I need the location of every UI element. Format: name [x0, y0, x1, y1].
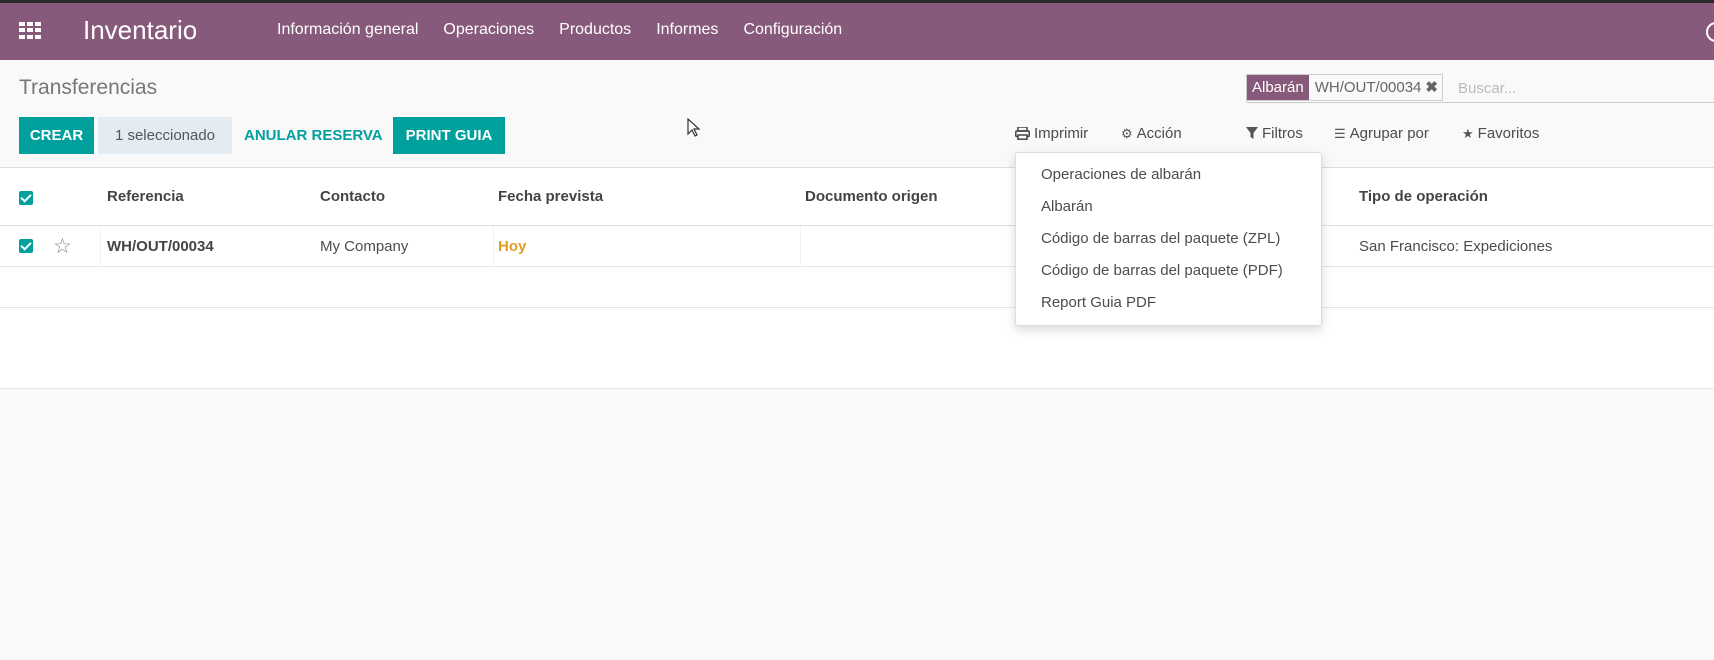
- search-input[interactable]: [1456, 74, 1710, 102]
- search-facet: Albarán WH/OUT/00034 ✖: [1246, 74, 1443, 101]
- facet-label: Albarán: [1247, 75, 1309, 100]
- reference-cell: WH/OUT/00034: [107, 238, 214, 255]
- star-icon[interactable]: ☆: [53, 234, 72, 259]
- gear-icon: ⚙: [1121, 125, 1133, 141]
- column-divider: [493, 226, 494, 266]
- filter-icon: [1246, 127, 1258, 139]
- operation-type-cell: San Francisco: Expediciones: [1359, 238, 1553, 255]
- star-icon: ★: [1462, 125, 1474, 141]
- menu-item-configuration[interactable]: Configuración: [743, 21, 842, 39]
- column-header-scheduled[interactable]: Fecha prevista: [498, 188, 603, 205]
- print-menu-item-report-guia-pdf[interactable]: Report Guia PDF: [1016, 287, 1321, 319]
- selected-count-badge: 1 seleccionado: [98, 117, 232, 154]
- column-divider: [100, 226, 101, 266]
- empty-row: [0, 308, 1714, 349]
- facet-value: WH/OUT/00034: [1314, 79, 1422, 96]
- print-menu-item-package-barcode-pdf[interactable]: Código de barras del paquete (PDF): [1016, 255, 1321, 287]
- create-button[interactable]: CREAR: [19, 117, 94, 154]
- row-checkbox[interactable]: [19, 239, 33, 253]
- filters-label: Filtros: [1262, 125, 1303, 142]
- unreserve-button[interactable]: ANULAR RESERVA: [244, 117, 383, 154]
- search-bar: Albarán WH/OUT/00034 ✖: [1246, 74, 1714, 103]
- menu-item-operations[interactable]: Operaciones: [443, 21, 534, 39]
- print-dropdown-menu: Operaciones de albarán Albarán Código de…: [1015, 152, 1322, 326]
- bars-icon: ☰: [1334, 125, 1346, 141]
- column-header-reference[interactable]: Referencia: [107, 188, 184, 205]
- print-menu-item-delivery-slip[interactable]: Albarán: [1016, 191, 1321, 223]
- favorites-dropdown-toggle[interactable]: ★ Favoritos: [1462, 125, 1539, 142]
- groupby-label: Agrupar por: [1349, 125, 1429, 142]
- column-header-origin[interactable]: Documento origen: [805, 188, 938, 205]
- column-header-operation-type[interactable]: Tipo de operación: [1359, 188, 1488, 205]
- empty-row: [0, 348, 1714, 389]
- scheduled-date-cell: Hoy: [498, 238, 527, 255]
- favorites-label: Favoritos: [1477, 125, 1540, 142]
- filters-dropdown-toggle[interactable]: Filtros: [1246, 125, 1303, 142]
- breadcrumb[interactable]: Transferencias: [19, 76, 157, 100]
- print-menu-item-package-barcode-zpl[interactable]: Código de barras del paquete (ZPL): [1016, 223, 1321, 255]
- column-header-contact[interactable]: Contacto: [320, 188, 385, 205]
- print-label: Imprimir: [1034, 125, 1089, 142]
- print-guia-button[interactable]: PRINT GUIA: [393, 117, 505, 154]
- empty-row: [0, 267, 1714, 308]
- menu-item-reports[interactable]: Informes: [656, 21, 718, 39]
- print-dropdown-toggle[interactable]: Imprimir: [1015, 125, 1088, 142]
- app-title[interactable]: Inventario: [83, 15, 197, 46]
- action-dropdown-toggle[interactable]: ⚙ Acción: [1121, 125, 1182, 142]
- apps-grid-icon[interactable]: [19, 22, 42, 39]
- menu-item-general[interactable]: Información general: [277, 21, 418, 39]
- select-all-checkbox[interactable]: [19, 191, 33, 205]
- table-header: Referencia Contacto Fecha prevista Docum…: [0, 167, 1714, 226]
- table-row[interactable]: ☆ WH/OUT/00034 My Company Hoy San Franci…: [0, 226, 1714, 267]
- action-label: Acción: [1136, 125, 1182, 142]
- close-icon[interactable]: ✖: [1425, 75, 1442, 100]
- column-divider: [800, 226, 801, 266]
- print-menu-item-picking-operations[interactable]: Operaciones de albarán: [1016, 159, 1321, 191]
- groupby-dropdown-toggle[interactable]: ☰ Agrupar por: [1334, 125, 1429, 142]
- top-navbar: Inventario Información general Operacion…: [0, 0, 1714, 60]
- menu-item-products[interactable]: Productos: [559, 21, 631, 39]
- main-menu: Información general Operaciones Producto…: [277, 21, 867, 39]
- mouse-cursor-icon: [687, 118, 701, 137]
- printer-icon: [1015, 127, 1030, 140]
- contact-cell: My Company: [320, 238, 409, 255]
- search-icon[interactable]: [1706, 22, 1714, 42]
